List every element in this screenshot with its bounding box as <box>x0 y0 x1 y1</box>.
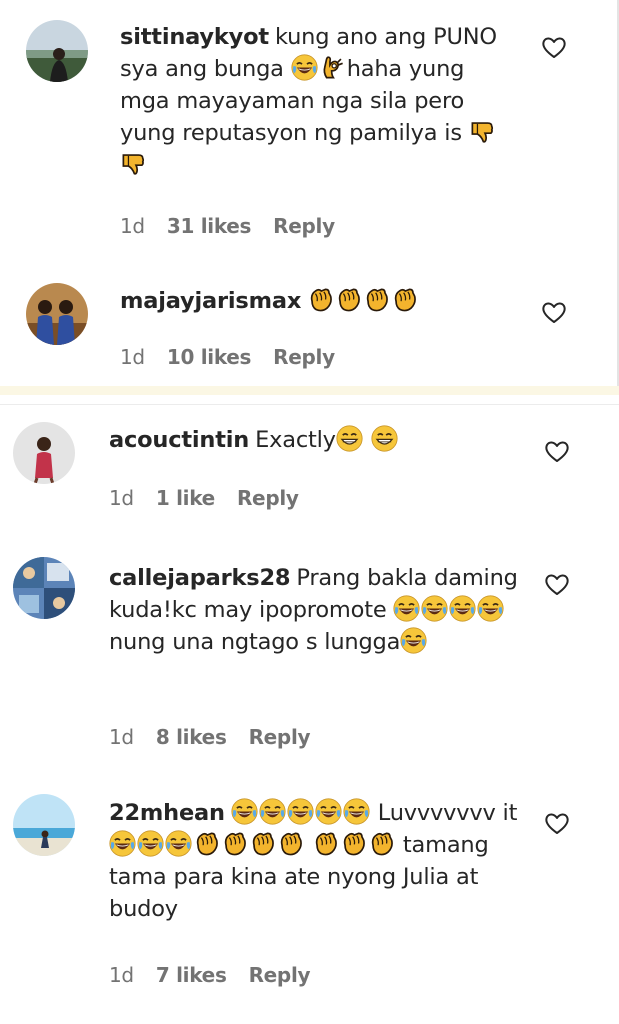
likes-count-button[interactable]: 1 like <box>156 486 215 510</box>
reply-button[interactable]: Reply <box>273 345 335 369</box>
clap-emoji-icon <box>368 830 395 857</box>
heart-outline-icon[interactable] <box>544 573 570 597</box>
clap-emoji-icon <box>307 286 334 313</box>
joy-emoji-icon <box>287 798 314 825</box>
clap-emoji-icon <box>312 830 339 857</box>
comment-body: acouctintin Exactly <box>109 424 519 456</box>
likes-count-button[interactable]: 10 likes <box>167 345 252 369</box>
comment-meta: 1d 7 likes Reply <box>109 963 332 987</box>
joy-emoji-icon <box>137 830 164 857</box>
joy-emoji-icon <box>449 595 476 622</box>
joy-emoji-icon <box>109 830 136 857</box>
joy-emoji-icon <box>343 798 370 825</box>
joy-emoji-icon <box>291 54 318 81</box>
avatar[interactable] <box>26 20 88 82</box>
comment-meta: 1d 8 likes Reply <box>109 725 332 749</box>
comment-meta: 1d 31 likes Reply <box>120 214 357 238</box>
reply-button[interactable]: Reply <box>249 963 311 987</box>
reply-button[interactable]: Reply <box>249 725 311 749</box>
avatar[interactable] <box>13 422 75 484</box>
comment-age: 1d <box>109 725 134 749</box>
comment-age: 1d <box>109 486 134 510</box>
grin-emoji-icon <box>336 425 363 452</box>
joy-emoji-icon <box>477 595 504 622</box>
comment-username[interactable]: callejaparks28 <box>109 565 291 591</box>
joy-emoji-icon <box>400 627 427 654</box>
comment-body: callejaparks28 Prang bakla daming kuda!kc… <box>109 562 519 658</box>
comment-username[interactable]: acouctintin <box>109 427 249 453</box>
reply-button[interactable]: Reply <box>237 486 299 510</box>
comments-panel-bottom: acouctintin Exactly 1d 1 like Reply calleja… <box>0 405 619 1024</box>
heart-outline-icon[interactable] <box>544 440 570 464</box>
grin-emoji-icon <box>371 425 398 452</box>
heart-outline-icon[interactable] <box>541 301 567 325</box>
joy-emoji-icon <box>165 830 192 857</box>
joy-emoji-icon <box>259 798 286 825</box>
thumbs-down-emoji-icon <box>469 118 496 145</box>
section-divider <box>0 386 619 404</box>
comments-panel-top: sittinaykyot kung ano ang PUNO sya ang bu… <box>0 0 619 386</box>
comment-username[interactable]: sittinaykyot <box>120 24 269 50</box>
clap-emoji-icon <box>391 286 418 313</box>
comment-age: 1d <box>109 963 134 987</box>
clap-emoji-icon <box>249 830 276 857</box>
clap-emoji-icon <box>221 830 248 857</box>
likes-count-button[interactable]: 31 likes <box>167 214 252 238</box>
comment-body: 22mhean Luvvvvvvv it tamang tama para ki… <box>109 797 519 925</box>
joy-emoji-icon <box>421 595 448 622</box>
clap-emoji-icon <box>193 830 220 857</box>
comment-age: 1d <box>120 214 145 238</box>
heart-outline-icon[interactable] <box>544 812 570 836</box>
clap-emoji-icon <box>363 286 390 313</box>
likes-count-button[interactable]: 7 likes <box>156 963 227 987</box>
comment-body: sittinaykyot kung ano ang PUNO sya ang bu… <box>120 21 520 181</box>
joy-emoji-icon <box>315 798 342 825</box>
avatar[interactable] <box>13 557 75 619</box>
clap-emoji-icon <box>340 830 367 857</box>
comment-text: Exactly <box>255 427 336 453</box>
likes-count-button[interactable]: 8 likes <box>156 725 227 749</box>
comment-text: Luvvvvvvv it <box>377 800 518 826</box>
heart-outline-icon[interactable] <box>541 36 567 60</box>
clap-emoji-icon <box>335 286 362 313</box>
comment-username[interactable]: majayjarismax <box>120 288 301 314</box>
comment-meta: 1d 1 like Reply <box>109 486 321 510</box>
joy-emoji-icon <box>231 798 258 825</box>
comment-username[interactable]: 22mhean <box>109 800 225 826</box>
avatar[interactable] <box>26 283 88 345</box>
comment-meta: 1d 10 likes Reply <box>120 345 357 369</box>
ok-hand-emoji-icon <box>319 54 346 81</box>
comment-age: 1d <box>120 345 145 369</box>
comment-text: nung una ngtago s lungga <box>109 629 401 655</box>
reply-button[interactable]: Reply <box>273 214 335 238</box>
joy-emoji-icon <box>393 595 420 622</box>
avatar[interactable] <box>13 794 75 856</box>
clap-emoji-icon <box>277 830 304 857</box>
comment-body: majayjarismax <box>120 285 520 317</box>
thumbs-down-emoji-icon <box>120 150 147 177</box>
